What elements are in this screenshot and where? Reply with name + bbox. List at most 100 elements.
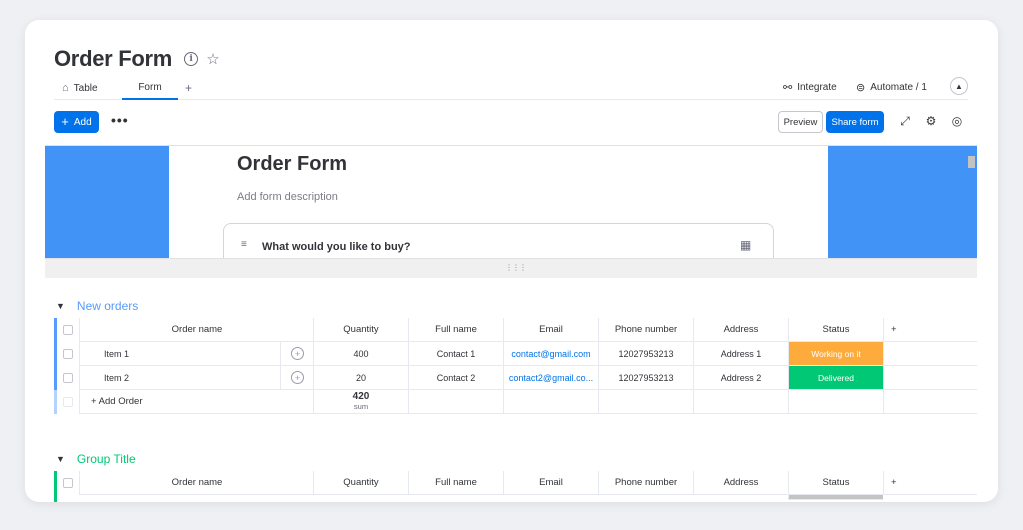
empty-cell	[788, 390, 883, 414]
view-tabs: ⌂ Table Form + ⚯ Integrate ⊜ Automate / …	[54, 76, 968, 100]
star-icon[interactable]: ☆	[206, 51, 220, 68]
plus-icon: +	[61, 114, 69, 129]
column-header-address[interactable]: Address	[693, 318, 788, 342]
select-all-checkbox[interactable]	[63, 478, 73, 488]
group-color-bar	[54, 366, 57, 390]
resize-splitter[interactable]: ⋮⋮⋮	[45, 258, 977, 278]
tab-table-label: Table	[73, 82, 98, 94]
group-header: ▼ New orders	[54, 297, 138, 315]
board-card: Order Form i ☆ ⌂ Table Form + ⚯ Integrat…	[25, 20, 998, 502]
table-row[interactable]	[54, 495, 977, 502]
more-dots-icon[interactable]: •••	[111, 112, 129, 128]
column-header-full-name[interactable]: Full name	[408, 471, 503, 495]
add-column-button[interactable]: +	[883, 471, 977, 495]
group-title[interactable]: Group Title	[77, 452, 136, 466]
tab-form-label: Form	[138, 81, 162, 93]
phone-cell[interactable]: 12027953213	[598, 342, 693, 366]
share-form-button[interactable]: Share form	[826, 111, 884, 133]
form-preview: Order Form Add form description ≡ What w…	[45, 145, 977, 258]
chevron-down-icon[interactable]: ▼	[56, 301, 65, 311]
empty-cell	[408, 390, 503, 414]
full-name-cell[interactable]: Contact 2	[408, 366, 503, 390]
full-name-cell[interactable]: Contact 1	[408, 342, 503, 366]
table-header-row: Order name Quantity Full name Email Phon…	[54, 318, 977, 342]
tab-form[interactable]: Form	[122, 76, 178, 100]
add-button[interactable]: + Add	[54, 111, 99, 133]
email-cell[interactable]: contact@gmail.com	[503, 342, 598, 366]
chevron-down-icon[interactable]: ▼	[56, 454, 65, 464]
gear-icon[interactable]: ⚙	[923, 113, 939, 129]
table-icon: ▦	[740, 238, 752, 252]
chevron-up-icon[interactable]: ▲	[950, 77, 968, 95]
conversation-cell[interactable]: +	[280, 342, 314, 366]
conversation-cell[interactable]: +	[280, 366, 314, 390]
question-title: What would you like to buy?	[262, 241, 411, 253]
automate-label: Automate / 1	[870, 81, 927, 93]
group-color-bar	[54, 390, 57, 414]
item-name[interactable]: Item 2	[79, 366, 314, 390]
toolbar: + Add ••• Preview Share form ⤢ ⚙ ◎	[54, 111, 968, 133]
board-title[interactable]: Order Form	[54, 46, 172, 72]
fullscreen-icon[interactable]: ⤢	[897, 113, 913, 129]
info-icon[interactable]: i	[184, 52, 199, 66]
integrate-label: Integrate	[797, 81, 837, 93]
phone-cell[interactable]: 12027953213	[598, 366, 693, 390]
row-checkbox[interactable]	[63, 373, 73, 383]
status-cell[interactable]: Delivered	[788, 366, 883, 390]
select-all-checkbox[interactable]	[63, 325, 73, 335]
form-scrollbar[interactable]	[968, 156, 975, 168]
quantity-cell[interactable]: 400	[313, 342, 408, 366]
column-header-email[interactable]: Email	[503, 318, 598, 342]
add-update-icon[interactable]: +	[291, 371, 304, 384]
home-icon: ⌂	[62, 82, 69, 94]
address-cell[interactable]: Address 1	[693, 342, 788, 366]
quantity-cell[interactable]: 20	[313, 366, 408, 390]
empty-cell	[883, 366, 977, 390]
question-card[interactable]: ≡ What would you like to buy? ▦	[223, 223, 774, 258]
column-header-status[interactable]: Status	[788, 318, 883, 342]
group-color-bar	[54, 495, 57, 502]
group-group-title: ▼ Group Title Order name Quantity Full n…	[54, 450, 977, 502]
address-cell[interactable]: Address 2	[693, 366, 788, 390]
row-checkbox[interactable]	[63, 349, 73, 359]
add-update-icon[interactable]: +	[291, 347, 304, 360]
sum-value: 420	[352, 391, 370, 403]
table-header-row: Order name Quantity Full name Email Phon…	[54, 471, 977, 495]
column-header-phone[interactable]: Phone number	[598, 318, 693, 342]
add-order-input[interactable]: + Add Order	[79, 390, 314, 414]
add-item-row: + Add Order 420 sum	[54, 390, 977, 414]
column-header-order-name[interactable]: Order name	[79, 471, 314, 495]
column-header-order-name[interactable]: Order name	[79, 318, 314, 342]
column-header-quantity[interactable]: Quantity	[313, 471, 408, 495]
table-row[interactable]: Item 1 + 400 Contact 1 contact@gmail.com…	[54, 342, 977, 366]
item-name[interactable]: Item 1	[79, 342, 314, 366]
group-header: ▼ Group Title	[54, 450, 136, 468]
column-header-full-name[interactable]: Full name	[408, 318, 503, 342]
add-column-button[interactable]: +	[883, 318, 977, 342]
automate-button[interactable]: ⊜ Automate / 1	[856, 76, 927, 98]
form-title[interactable]: Order Form	[237, 153, 347, 176]
tab-table[interactable]: ⌂ Table	[62, 76, 98, 100]
column-header-quantity[interactable]: Quantity	[313, 318, 408, 342]
empty-cell	[883, 390, 977, 414]
quantity-sum: 420 sum	[313, 390, 408, 414]
column-header-phone[interactable]: Phone number	[598, 471, 693, 495]
form-description[interactable]: Add form description	[237, 191, 338, 203]
email-cell[interactable]: contact2@gmail.co...	[503, 366, 598, 390]
table-row[interactable]: Item 2 + 20 Contact 2 contact2@gmail.co.…	[54, 366, 977, 390]
add-view-button[interactable]: +	[185, 76, 192, 100]
title-row: Order Form i ☆	[54, 46, 220, 72]
column-header-email[interactable]: Email	[503, 471, 598, 495]
integrate-button[interactable]: ⚯ Integrate	[783, 76, 837, 98]
preview-button[interactable]: Preview	[778, 111, 823, 133]
status-cell[interactable]: Working on it	[788, 342, 883, 366]
empty-cell	[598, 390, 693, 414]
column-header-status[interactable]: Status	[788, 471, 883, 495]
status-cell[interactable]	[788, 495, 883, 500]
column-header-address[interactable]: Address	[693, 471, 788, 495]
drag-handle-icon[interactable]: ⋮⋮⋮	[505, 263, 527, 272]
disabled-checkbox	[63, 397, 73, 407]
group-title[interactable]: New orders	[77, 299, 138, 313]
chat-icon[interactable]: ◎	[949, 113, 965, 129]
form-background-left	[45, 146, 169, 258]
